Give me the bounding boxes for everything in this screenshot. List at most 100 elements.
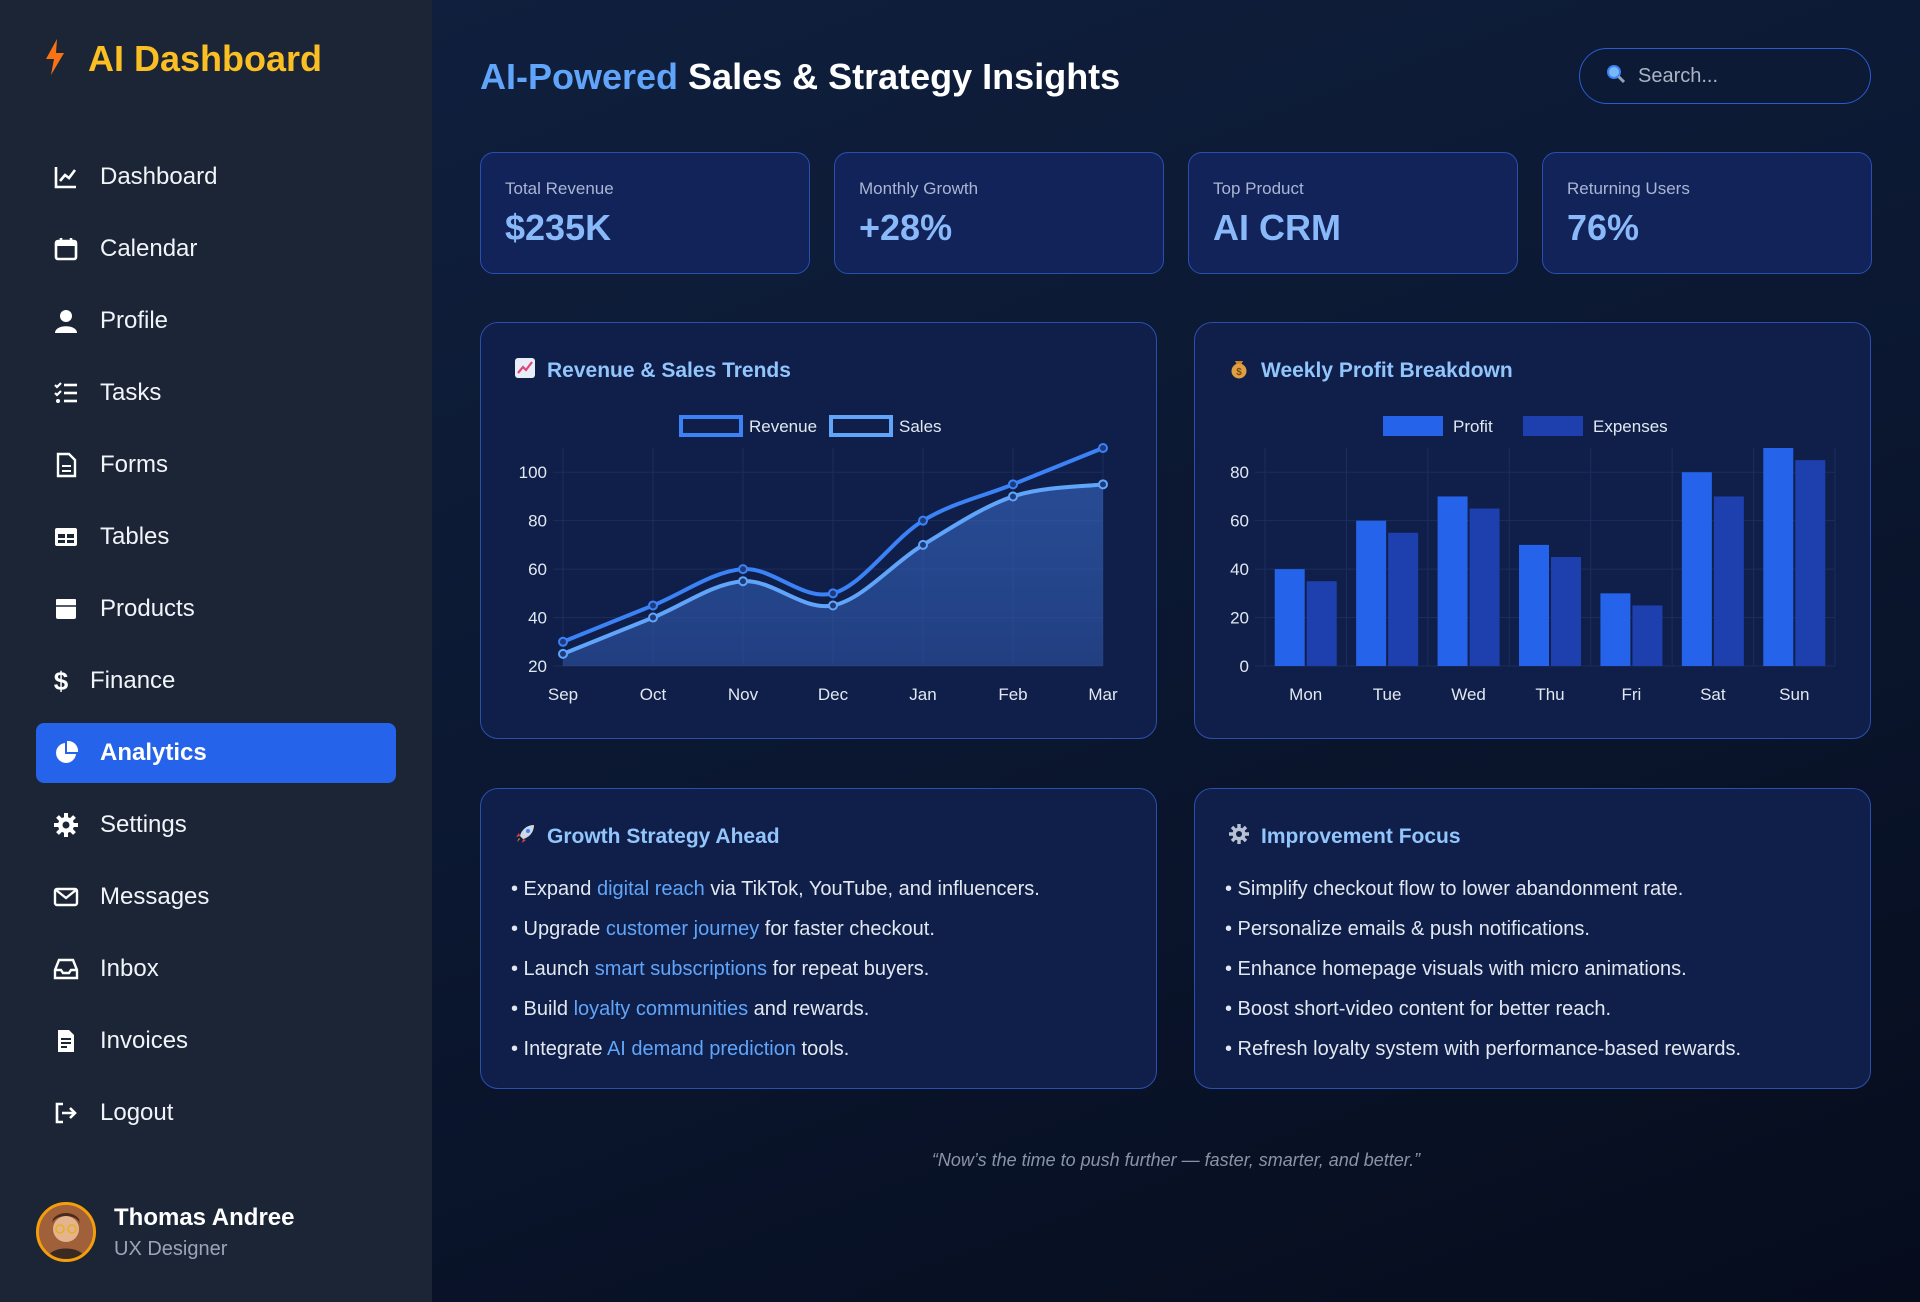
sidebar-item-settings[interactable]: Settings — [36, 795, 396, 855]
bolt-icon — [44, 38, 66, 80]
bullet-text: for faster checkout. — [759, 918, 935, 940]
y-tick-label: 20 — [1230, 609, 1249, 628]
sidebar-item-finance[interactable]: $ Finance — [36, 651, 396, 711]
sidebar-item-products[interactable]: Products — [36, 579, 396, 639]
page-title: AI-Powered Sales & Strategy Insights — [480, 56, 1120, 98]
y-tick-label: 80 — [1230, 463, 1249, 482]
bullet-text: and rewards. — [748, 998, 870, 1020]
improvement-focus-list: • Simplify checkout flow to lower abando… — [1225, 869, 1741, 1069]
stat-value: 76% — [1567, 207, 1640, 248]
bullet-highlight: AI demand prediction — [606, 1038, 796, 1060]
dollar-icon: $ — [53, 665, 69, 696]
stat-label: Returning Users — [1567, 179, 1690, 198]
y-tick-label: 60 — [528, 560, 547, 579]
sidebar-item-label: Tables — [100, 523, 170, 550]
x-tick-label: Mar — [1088, 685, 1118, 704]
list-check-icon — [52, 379, 80, 407]
user-icon — [52, 307, 80, 335]
x-tick-label: Nov — [728, 685, 759, 704]
x-tick-label: Fri — [1622, 685, 1642, 704]
sidebar-item-profile[interactable]: Profile — [36, 291, 396, 351]
sidebar-item-inbox[interactable]: Inbox — [36, 939, 396, 999]
sidebar-item-dashboard[interactable]: Dashboard — [36, 147, 396, 207]
sidebar-item-invoices[interactable]: Invoices — [36, 1011, 396, 1071]
data-point — [918, 515, 928, 526]
y-tick-label: 40 — [1230, 560, 1249, 579]
growth-strategy-title: Growth Strategy Ahead — [547, 825, 780, 848]
sidebar-item-label: Messages — [100, 883, 210, 910]
bullet-highlight: digital reach — [596, 878, 705, 900]
data-point — [1008, 479, 1018, 490]
sidebar-item-label: Logout — [100, 1099, 174, 1126]
data-point — [558, 648, 568, 659]
user-profile[interactable]: Thomas Andree UX Designer — [36, 1202, 294, 1262]
stat-label: Total Revenue — [505, 179, 614, 198]
data-point — [648, 600, 658, 611]
bar — [1600, 593, 1631, 666]
list-item: • Integrate AI demand prediction tools. — [511, 1029, 1040, 1069]
gear-icon — [52, 811, 80, 839]
search-icon — [1606, 64, 1626, 89]
data-point — [558, 636, 568, 647]
legend-label: Expenses — [1593, 417, 1668, 436]
data-point — [828, 588, 838, 599]
x-tick-label: Dec — [818, 685, 849, 704]
sidebar-item-calendar[interactable]: Calendar — [36, 219, 396, 279]
x-tick-label: Mon — [1289, 685, 1322, 704]
sidebar-item-label: Forms — [100, 451, 168, 478]
legend-label: Profit — [1453, 417, 1493, 436]
list-item: • Refresh loyalty system with performanc… — [1225, 1038, 1742, 1060]
sidebar-item-messages[interactable]: Messages — [36, 867, 396, 927]
legend-label: Revenue — [749, 417, 817, 436]
revenue-chart-panel: Revenue & Sales Trends Sep Oct Nov Dec Jan Fe… — [480, 322, 1157, 739]
search-input[interactable] — [1638, 64, 1838, 88]
sidebar-item-forms[interactable]: Forms — [36, 435, 396, 495]
bar — [1306, 581, 1337, 666]
sidebar-item-analytics[interactable]: Analytics — [36, 723, 396, 783]
bar — [1388, 532, 1419, 666]
x-tick-label: Wed — [1451, 685, 1486, 704]
file-icon — [52, 451, 80, 479]
stat-value: +28% — [859, 207, 953, 248]
legend-swatch — [679, 415, 743, 437]
x-tick-label: Sun — [1779, 685, 1809, 704]
data-point — [828, 600, 838, 611]
sidebar-item-label: Tasks — [100, 379, 162, 406]
y-tick-label: 80 — [528, 512, 547, 531]
gear-icon — [1227, 823, 1251, 851]
chart-line-icon — [52, 163, 80, 191]
sidebar-item-label: Dashboard — [100, 163, 218, 190]
bar — [1519, 544, 1549, 666]
list-item: • Upgrade customer journey for faster ch… — [511, 909, 1040, 949]
data-point — [1098, 443, 1108, 453]
envelope-icon — [52, 883, 80, 911]
search-box[interactable] — [1579, 48, 1871, 104]
improvement-focus-title: Improvement Focus — [1261, 825, 1461, 848]
brand-name: AI Dashboard — [88, 38, 323, 79]
bar — [1551, 557, 1581, 666]
y-tick-label: 0 — [1240, 657, 1249, 676]
data-point — [1098, 479, 1108, 490]
stat-label: Monthly Growth — [859, 179, 979, 198]
sidebar-item-logout[interactable]: Logout — [36, 1083, 396, 1143]
growth-strategy-list: • Expand digital reach via TikTok, YouTu… — [511, 869, 1040, 1069]
sidebar: AI Dashboard Dashboard Calendar Profile … — [0, 0, 432, 1302]
sidebar-item-label: Profile — [100, 307, 169, 334]
box-icon — [52, 595, 80, 623]
bullet-highlight: customer journey — [605, 918, 760, 940]
panel-title: Growth Strategy Ahead — [513, 823, 780, 851]
improvement-focus-panel: Improvement Focus • Simplify checkout fl… — [1194, 788, 1871, 1089]
bullet-text: • Expand — [511, 878, 597, 900]
sidebar-item-label: Calendar — [100, 235, 198, 262]
data-point — [1008, 491, 1018, 502]
sidebar-item-tables[interactable]: Tables — [36, 507, 396, 567]
rocket-icon — [513, 823, 537, 851]
growth-strategy-panel: Growth Strategy Ahead • Expand digital r… — [480, 788, 1157, 1089]
sidebar-item-label: Finance — [90, 667, 176, 694]
x-tick-label: Feb — [998, 685, 1027, 704]
sidebar-item-tasks[interactable]: Tasks — [36, 363, 396, 423]
stat-card-monthly-growth: Monthly Growth +28% — [834, 152, 1164, 274]
brand[interactable]: AI Dashboard — [44, 38, 322, 80]
stat-card-total-revenue: Total Revenue $235K — [480, 152, 810, 274]
bar — [1437, 496, 1468, 666]
